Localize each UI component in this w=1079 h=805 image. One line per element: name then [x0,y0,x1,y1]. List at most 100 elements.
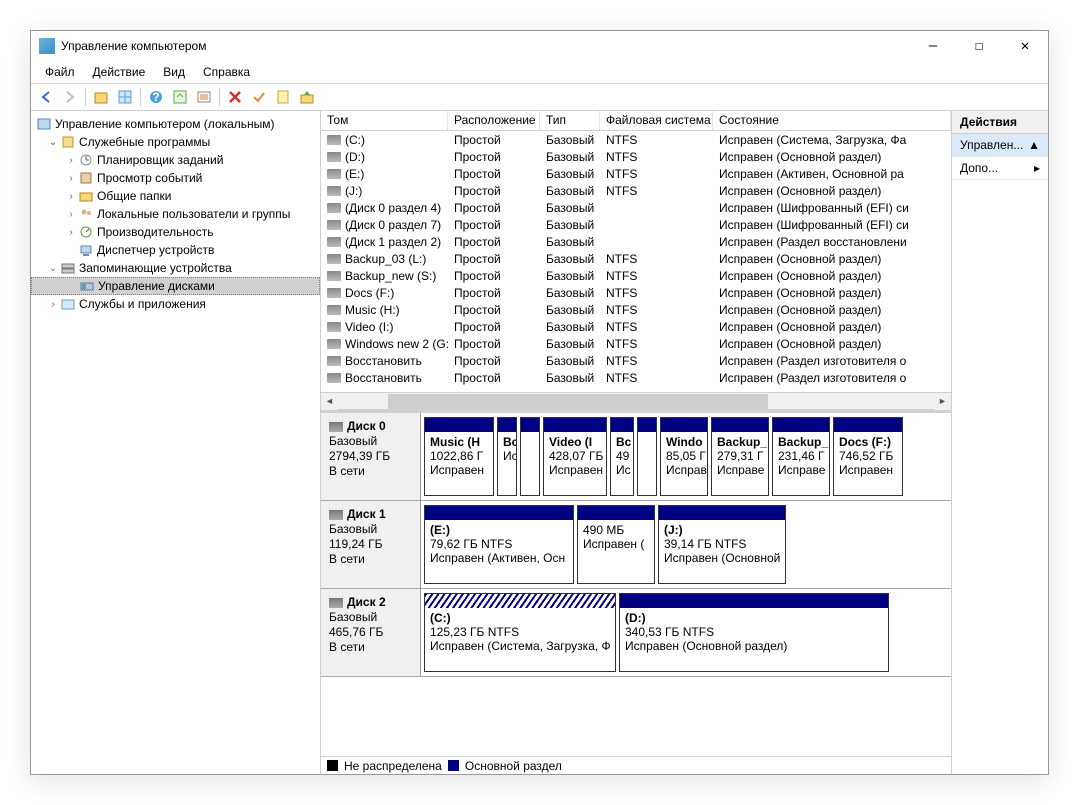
volume-row[interactable]: Docs (F:)ПростойБазовыйNTFSИсправен (Осн… [321,284,951,301]
partition[interactable]: Video (I428,07 ГБИсправен [543,417,607,496]
scroll-left-icon[interactable]: ◄ [321,393,338,410]
drive-icon [327,220,341,230]
window-title: Управление компьютером [61,39,910,53]
volume-row[interactable]: ВосстановитьПростойБазовыйNTFSИсправен (… [321,369,951,386]
partition[interactable]: Backup_279,31 ГИсправе [711,417,769,496]
volume-row[interactable]: Windows new 2 (G:)ПростойБазовыйNTFSИспр… [321,335,951,352]
legend-primary-swatch [448,760,459,771]
refresh-icon[interactable] [169,86,191,108]
expand-icon[interactable]: › [65,173,77,184]
volume-row[interactable]: (Диск 0 раздел 4)ПростойБазовыйИсправен … [321,199,951,216]
volume-row[interactable]: Backup_new (S:)ПростойБазовыйNTFSИсправе… [321,267,951,284]
drive-icon [327,203,341,213]
action-item-more[interactable]: Допо...▸ [952,157,1048,180]
help-icon[interactable]: ? [145,86,167,108]
tree-utilities[interactable]: ⌄Служебные программы [31,133,320,151]
collapse-icon[interactable]: ⌄ [47,263,59,274]
expand-icon[interactable]: › [65,209,77,220]
volume-row[interactable]: (Диск 0 раздел 7)ПростойБазовыйИсправен … [321,216,951,233]
volume-row[interactable]: Video (I:)ПростойБазовыйNTFSИсправен (Ос… [321,318,951,335]
tree-device-manager[interactable]: Диспетчер устройств [31,241,320,259]
partition[interactable] [520,417,540,496]
col-type[interactable]: Тип [540,111,600,130]
collapse-icon[interactable]: ⌄ [47,137,59,148]
expand-icon[interactable]: › [47,299,59,310]
action-item-manage[interactable]: Управлен...▲ [952,134,1048,157]
drive-icon [327,288,341,298]
partition[interactable]: ВсИс [497,417,517,496]
tree-performance[interactable]: ›Производительность [31,223,320,241]
volume-row[interactable]: (J:)ПростойБазовыйNTFSИсправен (Основной… [321,182,951,199]
menu-help[interactable]: Справка [195,63,258,81]
volume-row[interactable]: (D:)ПростойБазовыйNTFSИсправен (Основной… [321,148,951,165]
partition[interactable]: Windo85,05 ГИсправ [660,417,708,496]
volume-row[interactable]: ВосстановитьПростойБазовыйNTFSИсправен (… [321,352,951,369]
expand-icon[interactable]: › [65,227,77,238]
expand-icon[interactable]: › [65,191,77,202]
partition-stripe [578,506,654,520]
maximize-button[interactable]: ☐ [956,31,1002,61]
up-icon[interactable] [90,86,112,108]
volume-row[interactable]: (E:)ПростойБазовыйNTFSИсправен (Активен,… [321,165,951,182]
partition[interactable]: (J:)39,14 ГБ NTFSИсправен (Основной [658,505,786,584]
actions-header: Действия [952,111,1048,134]
partition[interactable]: Docs (F:)746,52 ГБИсправен [833,417,903,496]
tree-storage[interactable]: ⌄Запоминающие устройства [31,259,320,277]
partition[interactable]: 490 МБИсправен ( [577,505,655,584]
volume-rows[interactable]: (C:)ПростойБазовыйNTFSИсправен (Система,… [321,131,951,392]
tree-task-scheduler[interactable]: ›Планировщик заданий [31,151,320,169]
scroll-right-icon[interactable]: ► [934,393,951,410]
volume-header: Том Расположение Тип Файловая система Со… [321,111,951,131]
expand-icon[interactable]: › [65,155,77,166]
col-volume[interactable]: Том [321,111,448,130]
col-status[interactable]: Состояние [713,111,951,130]
partition[interactable]: (C:)125,23 ГБ NTFSИсправен (Система, Заг… [424,593,616,672]
partition-stripe [834,418,902,432]
partition[interactable]: (D:)340,53 ГБ NTFSИсправен (Основной раз… [619,593,889,672]
volume-row[interactable]: Backup_03 (L:)ПростойБазовыйNTFSИсправен… [321,250,951,267]
col-layout[interactable]: Расположение [448,111,540,130]
menu-action[interactable]: Действие [85,63,154,81]
drive-icon [327,237,341,247]
tree-event-viewer[interactable]: ›Просмотр событий [31,169,320,187]
menubar: Файл Действие Вид Справка [31,61,1048,83]
menu-file[interactable]: Файл [37,63,83,81]
legend: Не распределена Основной раздел [321,756,951,774]
tree-users-groups[interactable]: ›Локальные пользователи и группы [31,205,320,223]
disk-info[interactable]: Диск 1Базовый119,24 ГБВ сети [321,501,421,588]
list-icon[interactable] [193,86,215,108]
volume-row[interactable]: (C:)ПростойБазовыйNTFSИсправен (Система,… [321,131,951,148]
tree-disk-management[interactable]: Управление дисками [31,277,320,295]
forward-icon[interactable] [59,86,81,108]
partition[interactable]: (E:)79,62 ГБ NTFSИсправен (Активен, Осн [424,505,574,584]
close-button[interactable]: ✕ [1002,31,1048,61]
toolbar: ? [31,83,1048,111]
drive-icon [327,186,341,196]
menu-view[interactable]: Вид [155,63,193,81]
partition-stripe [611,418,633,432]
partition[interactable]: Вс49Ис [610,417,634,496]
window: Управление компьютером — ☐ ✕ Файл Действ… [30,30,1049,775]
tree-root[interactable]: Управление компьютером (локальным) [31,115,320,133]
actions-panel: Действия Управлен...▲ Допо...▸ [952,111,1048,774]
tree-shared-folders[interactable]: ›Общие папки [31,187,320,205]
h-scrollbar[interactable]: ◄ ► [321,392,951,409]
legend-unalloc-swatch [327,760,338,771]
col-fs[interactable]: Файловая система [600,111,713,130]
partition[interactable]: Backup_231,46 ГИсправе [772,417,830,496]
minimize-button[interactable]: — [910,31,956,61]
volume-row[interactable]: Music (H:)ПростойБазовыйNTFSИсправен (Ос… [321,301,951,318]
partition[interactable] [637,417,657,496]
partition[interactable]: Music (H1022,86 ГИсправен [424,417,494,496]
delete-icon[interactable] [224,86,246,108]
action-icon[interactable] [296,86,318,108]
tree-services[interactable]: ›Службы и приложения [31,295,320,313]
volume-row[interactable]: (Диск 1 раздел 2)ПростойБазовыйИсправен … [321,233,951,250]
disk-info[interactable]: Диск 0Базовый2794,39 ГБВ сети [321,413,421,500]
disk-info[interactable]: Диск 2Базовый465,76 ГБВ сети [321,589,421,676]
check-icon[interactable] [248,86,270,108]
scroll-thumb[interactable] [388,394,768,409]
properties-icon[interactable] [114,86,136,108]
back-icon[interactable] [35,86,57,108]
note-icon[interactable] [272,86,294,108]
